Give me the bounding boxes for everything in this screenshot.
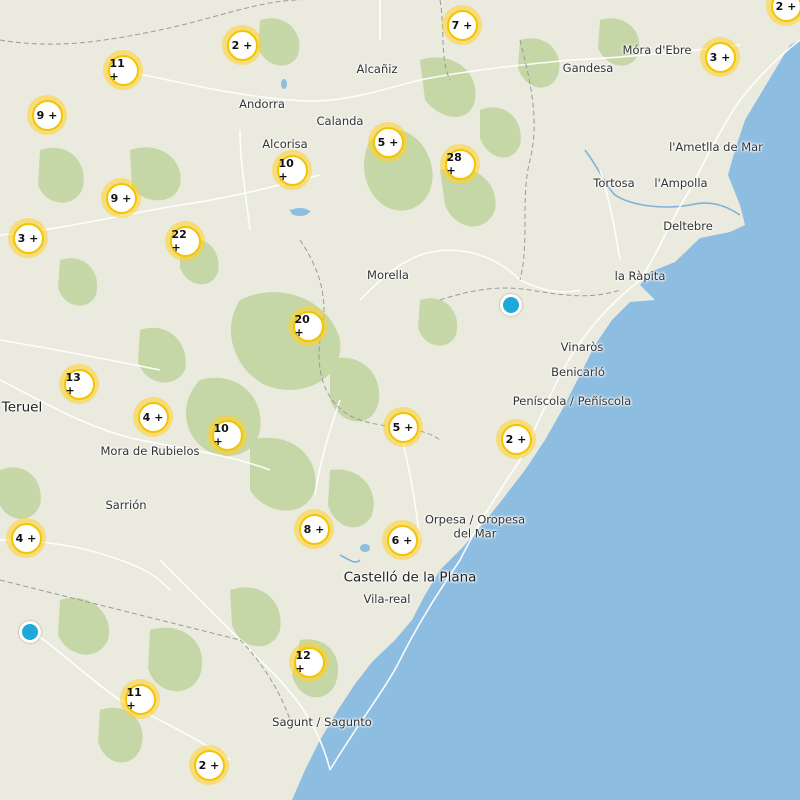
cluster-count: 2 + [193,749,225,781]
place-label-alcorisa: Alcorisa [262,136,308,151]
cluster-count: 28 + [444,148,476,180]
location-pin-icon[interactable] [500,294,522,316]
place-label-teruel: Teruel [1,399,43,416]
cluster-marker[interactable]: 12 + [289,642,329,682]
cluster-count: 13 + [63,368,95,400]
cluster-count: 7 + [446,9,478,41]
place-label-calanda: Calanda [316,113,364,128]
cluster-count: 5 + [387,411,419,443]
cluster-marker[interactable]: 22 + [165,221,205,261]
cluster-marker[interactable]: 7 + [442,5,482,45]
cluster-count: 2 + [500,423,532,455]
place-label-la-rapita: la Ràpita [614,268,666,283]
place-label-deltebre: Deltebre [663,218,713,233]
cluster-count: 8 + [298,513,330,545]
place-label-mora-de-rubielos: Mora de Rubielos [100,443,200,458]
place-label-morella: Morella [367,267,409,282]
cluster-count: 12 + [293,646,325,678]
cluster-marker[interactable]: 10 + [207,415,247,455]
cluster-count: 6 + [386,524,418,556]
place-label-mora-debre: Móra d'Ebre [622,42,692,57]
place-label-andorra: Andorra [239,96,285,111]
cluster-count: 11 + [124,683,156,715]
cluster-count: 2 + [770,0,800,22]
place-label-orpesa: Orpesa / Oropesa del Mar [424,512,526,541]
cluster-count: 22 + [169,225,201,257]
cluster-marker[interactable]: 20 + [288,306,328,346]
place-label-vila-real: Vila-real [363,591,411,606]
map-view[interactable]: Alcañiz Gandesa Móra d'Ebre Andorra Cala… [0,0,800,800]
place-label-alcaniz: Alcañiz [356,61,398,76]
cluster-marker[interactable]: 10 + [272,150,312,190]
place-label-peniscola: Peníscola / Peñíscola [512,393,632,408]
cluster-marker[interactable]: 9 + [27,95,67,135]
place-label-sarrion: Sarrión [105,497,147,512]
cluster-marker[interactable]: 2 + [222,25,262,65]
place-label-lametlla-de-mar: l'Ametlla de Mar [669,139,763,154]
cluster-marker[interactable]: 11 + [103,50,143,90]
cluster-marker[interactable]: 13 + [59,364,99,404]
location-pin-icon[interactable] [19,621,41,643]
cluster-marker[interactable]: 8 + [294,509,334,549]
cluster-count: 10 + [276,154,308,186]
place-label-sagunt: Sagunt / Sagunto [272,714,372,729]
cluster-count: 10 + [211,419,243,451]
place-label-tortosa: Tortosa [593,175,635,190]
cluster-count: 3 + [12,222,44,254]
place-label-vinaros: Vinaròs [560,339,604,354]
cluster-count: 4 + [137,401,169,433]
cluster-marker[interactable]: 2 + [496,419,536,459]
cluster-marker[interactable]: 9 + [101,178,141,218]
place-label-benicarlo: Benicarló [551,364,605,379]
cluster-marker[interactable]: 2 + [189,745,229,785]
cluster-marker[interactable]: 11 + [120,679,160,719]
cluster-count: 2 + [226,29,258,61]
cluster-count: 9 + [105,182,137,214]
cluster-count: 4 + [10,522,42,554]
cluster-marker[interactable]: 5 + [383,407,423,447]
map-base-layer [0,0,800,800]
cluster-marker[interactable]: 6 + [382,520,422,560]
cluster-marker[interactable]: 3 + [700,37,740,77]
place-label-lampolla: l'Ampolla [654,175,708,190]
cluster-marker[interactable]: 3 + [8,218,48,258]
cluster-marker[interactable]: 5 + [368,122,408,162]
cluster-count: 11 + [107,54,139,86]
place-label-castello-de-la-plana: Castelló de la Plana [343,569,477,586]
cluster-marker[interactable]: 4 + [6,518,46,558]
cluster-count: 20 + [292,310,324,342]
place-label-gandesa: Gandesa [562,60,614,75]
cluster-count: 9 + [31,99,63,131]
cluster-marker[interactable]: 4 + [133,397,173,437]
cluster-count: 5 + [372,126,404,158]
cluster-marker[interactable]: 28 + [440,144,480,184]
cluster-count: 3 + [704,41,736,73]
